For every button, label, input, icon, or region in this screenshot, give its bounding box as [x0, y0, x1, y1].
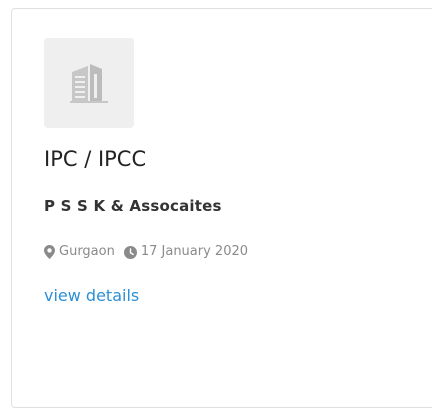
view-details-link[interactable]: view details	[44, 285, 139, 307]
clock-icon	[123, 245, 137, 259]
map-marker-icon	[44, 245, 55, 259]
job-title: IPC / IPCC	[44, 147, 147, 171]
job-card: IPC / IPCC P S S K & Assocaites Gurgaon …	[11, 8, 432, 408]
building-icon	[70, 64, 108, 103]
job-meta: Gurgaon 17 January 2020	[44, 243, 248, 261]
date-text: 17 January 2020	[140, 244, 249, 259]
location-meta: Gurgaon	[44, 243, 115, 261]
company-name: P S S K & Assocaites	[44, 197, 222, 215]
location-text: Gurgaon	[59, 244, 115, 259]
company-logo	[44, 38, 134, 128]
date-meta: 17 January 2020	[123, 243, 249, 261]
